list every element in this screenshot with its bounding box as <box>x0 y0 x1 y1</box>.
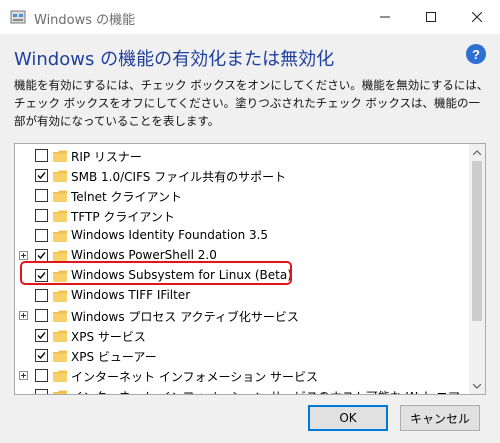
expand-icon[interactable] <box>19 371 28 380</box>
folder-icon <box>53 350 67 362</box>
minimize-button[interactable] <box>362 0 408 34</box>
chevron-up-icon <box>473 149 481 155</box>
folder-icon <box>53 190 67 202</box>
feature-label: Windows PowerShell 2.0 <box>71 248 217 262</box>
description-text: 機能を有効にするには、チェック ボックスをオンにしてください。機能を無効にするに… <box>14 78 489 128</box>
feature-checkbox[interactable] <box>35 209 48 222</box>
folder-icon <box>53 150 67 162</box>
feature-checkbox[interactable] <box>35 169 48 182</box>
maximize-icon <box>426 12 436 22</box>
feature-checkbox[interactable] <box>35 189 48 202</box>
feature-checkbox[interactable] <box>35 149 48 162</box>
vertical-scrollbar[interactable] <box>469 144 485 394</box>
feature-row[interactable]: インターネット インフォメーション サービス <box>15 366 469 386</box>
feature-label: TFTP クライアント <box>71 210 175 224</box>
folder-icon <box>53 230 67 242</box>
checkmark-icon <box>37 352 46 360</box>
scroll-up-button[interactable] <box>469 144 485 160</box>
folder-icon <box>53 170 67 182</box>
feature-checkbox[interactable] <box>35 389 48 394</box>
feature-checkbox[interactable] <box>35 329 48 342</box>
title-bar[interactable]: Windows の機能 <box>0 0 500 34</box>
chevron-down-icon <box>473 383 481 389</box>
highlight-box <box>20 261 292 285</box>
feature-label: Telnet クライアント <box>71 190 183 204</box>
feature-row[interactable]: Windows TIFF IFilter <box>15 286 469 306</box>
close-button[interactable] <box>454 0 500 34</box>
folder-icon <box>53 390 67 394</box>
minimize-icon <box>380 16 390 18</box>
window-title: Windows の機能 <box>34 13 136 28</box>
feature-row[interactable]: XPS サービス <box>15 326 469 346</box>
feature-row[interactable]: RIP リスナー <box>15 146 469 166</box>
feature-label: インターネット インフォメーション サービスのホスト可能な Web コア <box>71 388 460 394</box>
windows-features-app-icon <box>10 10 26 24</box>
close-icon <box>472 12 482 22</box>
feature-row[interactable]: TFTP クライアント <box>15 206 469 226</box>
feature-label: Windows TIFF IFilter <box>71 288 191 302</box>
feature-label: XPS ビューアー <box>71 350 157 364</box>
scroll-down-button[interactable] <box>469 378 485 394</box>
feature-label: Windows プロセス アクティブ化サービス <box>71 310 299 324</box>
feature-label: SMB 1.0/CIFS ファイル共有のサポート <box>71 170 287 184</box>
feature-checkbox[interactable] <box>35 229 48 242</box>
expand-icon[interactable] <box>19 311 28 320</box>
feature-checkbox[interactable] <box>35 289 48 302</box>
checkmark-icon <box>37 332 46 340</box>
feature-label: Windows Identity Foundation 3.5 <box>71 228 269 242</box>
folder-icon <box>53 210 67 222</box>
cancel-button[interactable]: キャンセル <box>400 405 480 431</box>
feature-row[interactable]: SMB 1.0/CIFS ファイル共有のサポート <box>15 166 469 186</box>
checkmark-icon <box>37 172 46 180</box>
feature-row[interactable]: Telnet クライアント <box>15 186 469 206</box>
checkmark-icon <box>37 252 46 260</box>
feature-checkbox[interactable] <box>35 309 48 322</box>
page-heading: Windows の機能の有効化または無効化 <box>14 49 335 70</box>
folder-icon <box>53 290 67 302</box>
maximize-button[interactable] <box>408 0 454 34</box>
scrollbar-thumb[interactable] <box>472 161 482 321</box>
feature-label: XPS サービス <box>71 330 146 344</box>
feature-row[interactable]: Windows Identity Foundation 3.5 <box>15 226 469 246</box>
question-icon[interactable]: ? <box>466 44 486 64</box>
feature-row[interactable]: インターネット インフォメーション サービスのホスト可能な Web コア <box>15 386 469 394</box>
feature-checkbox[interactable] <box>35 369 48 382</box>
folder-icon <box>53 310 67 322</box>
folder-icon <box>53 370 67 382</box>
ok-button[interactable]: OK <box>308 405 388 431</box>
feature-label: RIP リスナー <box>71 150 142 164</box>
feature-checkbox[interactable] <box>35 349 48 362</box>
feature-label: インターネット インフォメーション サービス <box>71 370 319 384</box>
feature-row[interactable]: Windows プロセス アクティブ化サービス <box>15 306 469 326</box>
folder-icon <box>53 330 67 342</box>
feature-row[interactable]: XPS ビューアー <box>15 346 469 366</box>
expand-icon[interactable] <box>19 251 28 260</box>
